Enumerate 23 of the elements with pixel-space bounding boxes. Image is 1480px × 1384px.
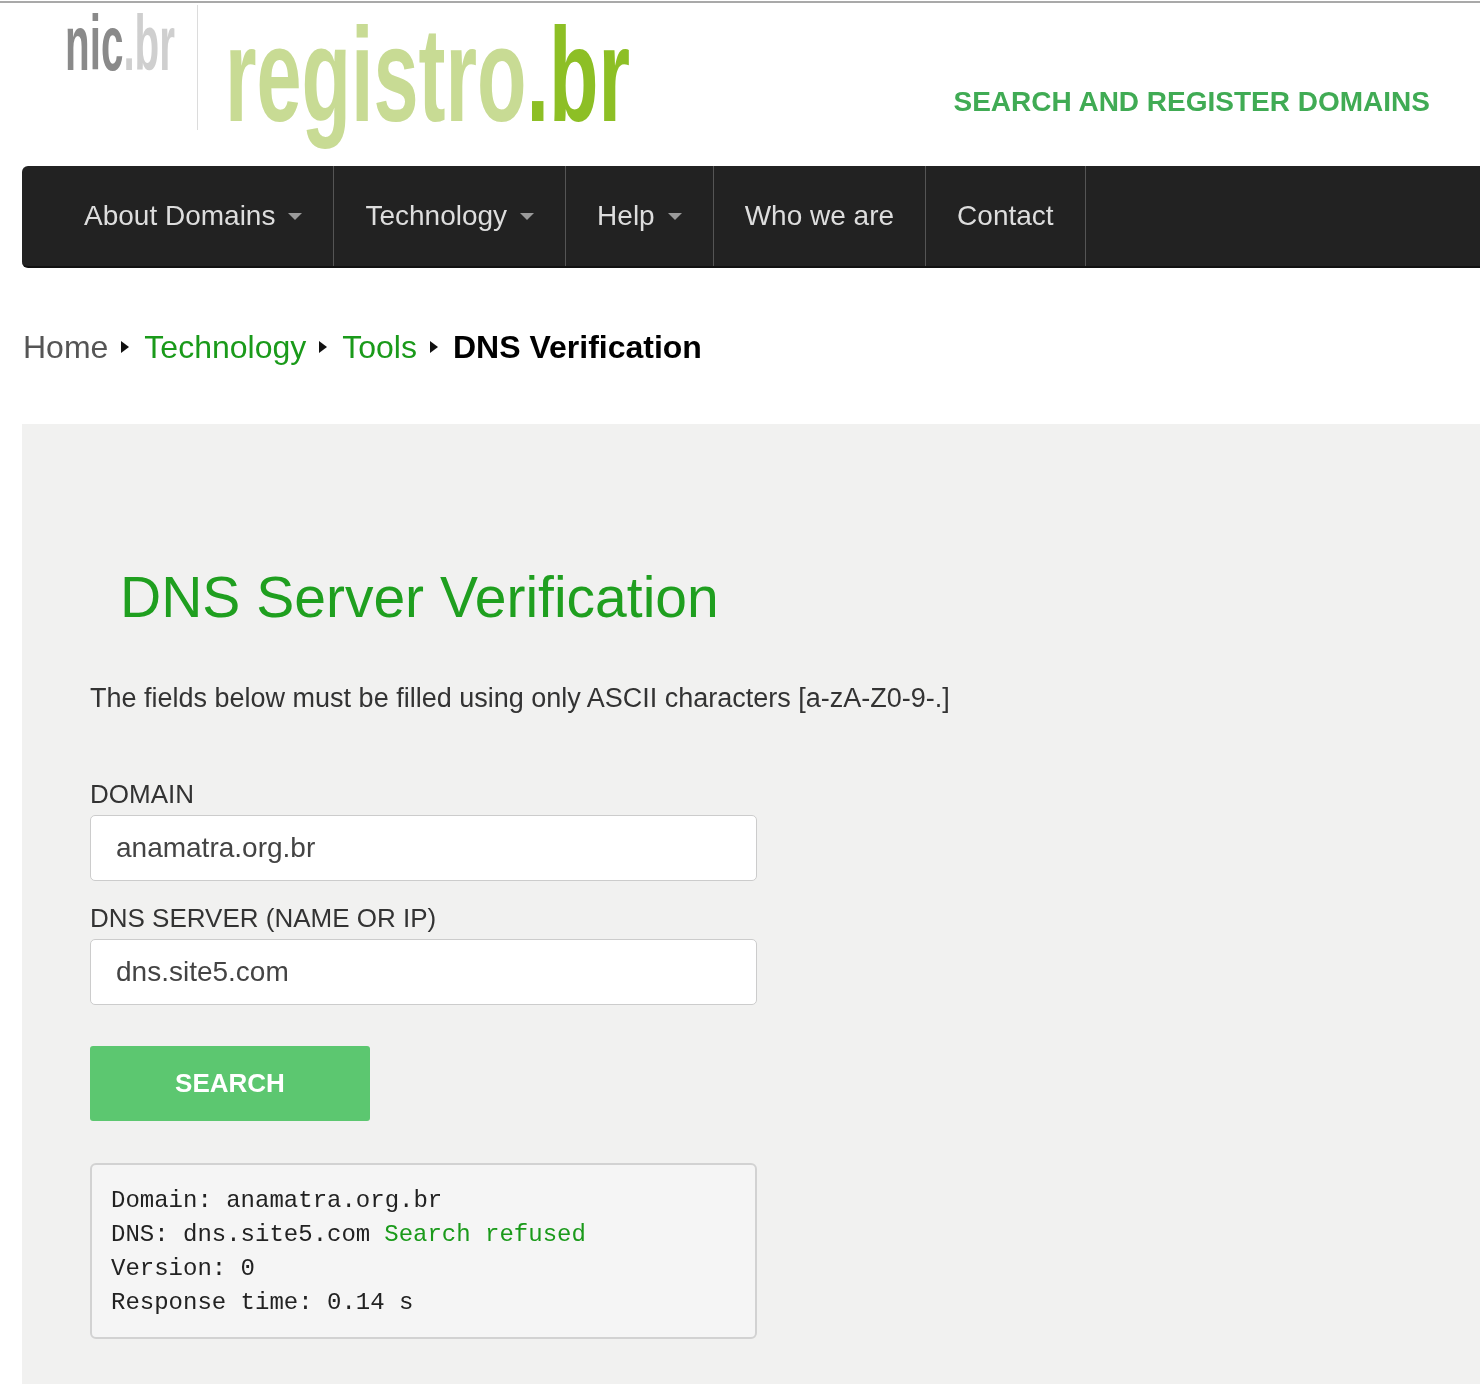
breadcrumb-link[interactable]: Tools — [342, 327, 417, 367]
caret-right-icon — [121, 341, 130, 353]
breadcrumb-link[interactable]: Home — [23, 327, 109, 367]
nav-menu-item[interactable]: Help — [566, 166, 714, 266]
field-label: DNS SERVER (NAME OR IP) — [90, 902, 437, 935]
result-line: Domain: anamatra.org.br — [111, 1186, 443, 1216]
caret-right-icon — [429, 341, 438, 353]
nav-menu-item[interactable]: Contact — [926, 166, 1086, 266]
result-line: Response time: 0.14 s — [111, 1288, 414, 1318]
nav-menu-item[interactable]: Technology — [334, 166, 567, 266]
nav-menu-item[interactable]: Who we are — [713, 166, 927, 266]
tagline: SEARCH AND REGISTER DOMAINS — [953, 85, 1430, 119]
field-label: DOMAIN — [90, 778, 194, 811]
result-line: Version: 0 — [111, 1254, 256, 1284]
breadcrumb-current: DNS Verification — [452, 328, 702, 367]
input-field[interactable]: anamatra.org.br — [90, 815, 757, 881]
page-title: DNS Server Verification — [120, 564, 719, 630]
nav-menu-item[interactable]: About Domains — [53, 166, 335, 266]
breadcrumb-link[interactable]: Technology — [144, 327, 307, 367]
input-field[interactable]: dns.site5.com — [90, 939, 757, 1005]
result-line: DNS: dns.site5.com Search refused — [111, 1220, 586, 1250]
caret-right-icon — [319, 341, 328, 353]
instructions-text: The fields below must be filled using only ASCII characters [a-zA-Z0-9-.] — [90, 682, 950, 715]
